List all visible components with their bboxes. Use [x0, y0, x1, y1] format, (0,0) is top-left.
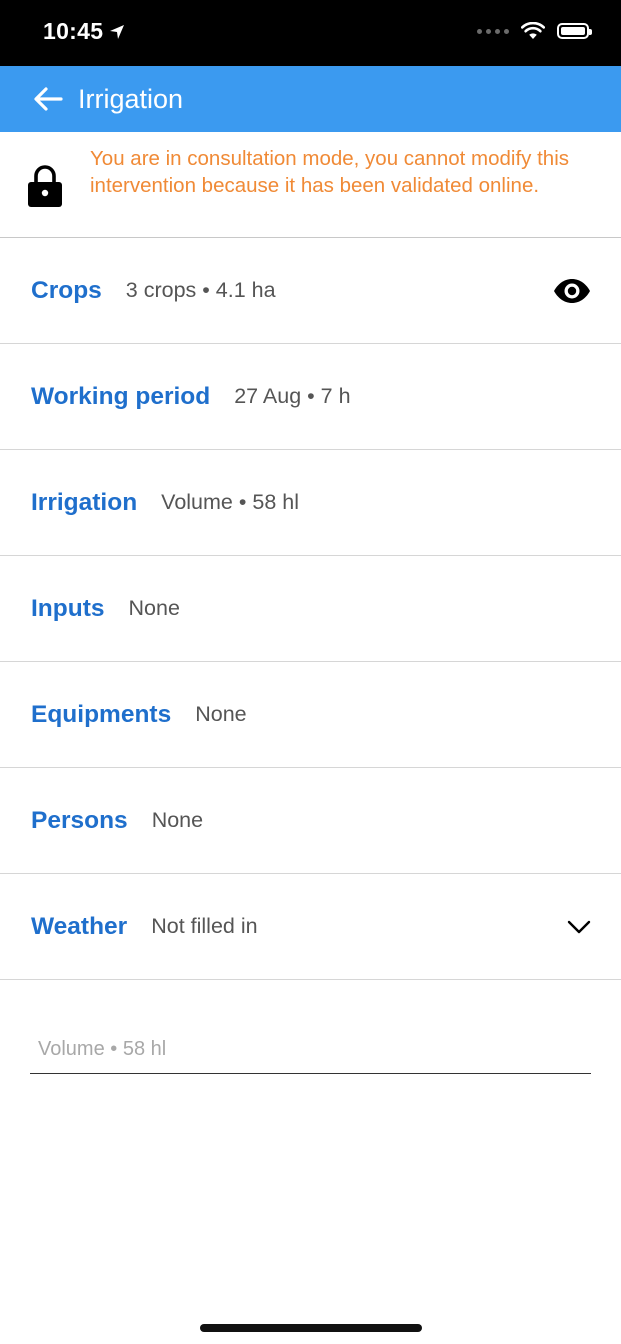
status-bar: 10:45 — [0, 0, 621, 66]
row-inputs[interactable]: Inputs None — [0, 556, 621, 662]
battery-icon — [557, 23, 592, 39]
row-value: 27 Aug • 7 h — [234, 384, 351, 408]
consultation-notice: You are in consultation mode, you cannot… — [0, 132, 621, 238]
status-icons — [477, 22, 592, 40]
row-value: None — [151, 808, 204, 832]
chevron-down-icon — [567, 920, 591, 933]
row-equipments[interactable]: Equipments None — [0, 662, 621, 768]
row-irrigation[interactable]: Irrigation Volume • 58 hl — [0, 450, 621, 556]
row-value: Not filled in — [151, 914, 258, 938]
page-title: Irrigation — [78, 84, 184, 114]
view-crops-button[interactable] — [553, 278, 591, 304]
row-crops[interactable]: Crops 3 crops • 4.1 ha — [0, 238, 621, 344]
row-weather[interactable]: Weather Not filled in — [0, 874, 621, 980]
row-persons[interactable]: Persons None — [0, 768, 621, 874]
row-value: Volume • 58 hl — [161, 490, 299, 514]
lock-icon — [28, 165, 62, 207]
notice-text: You are in consultation mode, you cannot… — [90, 147, 570, 197]
row-value: None — [195, 702, 247, 726]
location-arrow-icon — [110, 24, 125, 39]
row-value: None — [128, 596, 180, 620]
row-label: Persons — [31, 806, 128, 834]
wifi-icon — [521, 22, 545, 39]
eye-icon — [554, 278, 590, 303]
status-time: 10:45 — [43, 18, 125, 45]
arrow-left-icon — [34, 87, 63, 111]
row-label: Inputs — [31, 594, 105, 622]
back-button[interactable] — [30, 83, 66, 115]
row-working-period[interactable]: Working period 27 Aug • 7 h — [0, 344, 621, 450]
weather-expand-button[interactable] — [567, 919, 591, 935]
volume-input[interactable] — [30, 1026, 591, 1074]
app-bar: Irrigation — [0, 66, 621, 132]
row-label: Working period — [31, 382, 211, 410]
row-label: Crops — [31, 276, 102, 304]
row-label: Equipments — [31, 700, 172, 728]
intervention-sections: Crops 3 crops • 4.1 ha Working period 27… — [0, 238, 621, 980]
home-indicator[interactable] — [200, 1324, 422, 1332]
row-value: 3 crops • 4.1 ha — [125, 278, 276, 302]
row-label: Irrigation — [31, 488, 138, 516]
status-time-text: 10:45 — [43, 18, 104, 44]
row-label: Weather — [31, 912, 128, 940]
signal-dots-icon — [477, 28, 509, 34]
